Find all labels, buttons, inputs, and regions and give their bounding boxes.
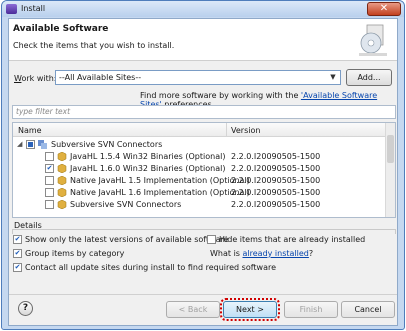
work-with-value: --All Available Sites-- (59, 73, 142, 82)
plugin-icon (57, 152, 67, 161)
page-title: Available Software (13, 24, 109, 34)
row-checkbox[interactable] (45, 188, 54, 197)
work-with-label: Work with: (14, 74, 57, 83)
table-row[interactable]: Native JavaHL 1.6 Implementation (Option… (13, 187, 386, 198)
install-cd-icon (359, 24, 387, 56)
category-icon (38, 140, 47, 149)
close-icon: ✕ (379, 3, 389, 14)
group-by-category-label: Group items by category (25, 249, 125, 258)
close-window-button[interactable]: ✕ (367, 2, 401, 16)
table-row[interactable]: Native JavaHL 1.5 Implementation (Option… (13, 175, 386, 186)
row-version: 2.2.0.I20090505-1500 (231, 164, 321, 173)
column-header-version[interactable]: Version (231, 126, 260, 135)
row-version: 2.2.0.I20090505-1500 (231, 188, 321, 197)
row-checkbox[interactable] (26, 140, 35, 149)
show-latest-label: Show only the latest versions of availab… (25, 235, 229, 244)
page-description: Check the items that you wish to install… (13, 41, 175, 50)
table-row[interactable]: JavaHL 1.5.4 Win32 Binaries (Optional) 2… (13, 151, 386, 162)
row-version: 2.2.0.I20090505-1500 (231, 176, 321, 185)
table-row[interactable]: ◢ Subversive SVN Connectors (13, 139, 386, 150)
contact-sites-label: Contact all update sites during install … (25, 263, 277, 272)
plugin-icon (57, 164, 67, 173)
row-name: Native JavaHL 1.5 Implementation (Option… (70, 176, 250, 185)
row-name: Native JavaHL 1.6 Implementation (Option… (70, 188, 250, 197)
wizard-banner: Available Software Check the items that … (9, 19, 397, 61)
table-row[interactable]: Subversive SVN Connectors 2.2.0.I2009050… (13, 199, 386, 210)
next-button[interactable]: Next > (220, 298, 280, 321)
row-checkbox[interactable] (45, 200, 54, 209)
already-installed-link[interactable]: already installed (243, 249, 309, 258)
row-version: 2.2.0.I20090505-1500 (231, 152, 321, 161)
what-is-installed-text: What is already installed? (210, 249, 314, 258)
details-area (12, 229, 396, 234)
install-dialog: Install ✕ Available Software Check the i… (1, 0, 405, 330)
software-table: Name Version ◢ Subversive SVN Connectors… (12, 122, 396, 218)
plugin-icon (57, 200, 67, 209)
title-bar[interactable]: Install ✕ (2, 1, 404, 17)
row-name: JavaHL 1.5.4 Win32 Binaries (Optional) (70, 152, 226, 161)
hide-installed-checkbox[interactable] (207, 235, 216, 244)
table-scrollbar[interactable] (385, 123, 395, 217)
scrollbar-thumb[interactable] (387, 135, 394, 163)
contact-sites-checkbox[interactable]: ✔ (13, 263, 22, 272)
row-checkbox[interactable]: ✔ (45, 164, 54, 173)
add-site-button[interactable]: Add... (346, 69, 392, 86)
row-name: Subversive SVN Connectors (51, 140, 163, 149)
row-checkbox[interactable] (45, 152, 54, 161)
plugin-icon (57, 176, 67, 185)
filter-input[interactable]: type filter text (12, 105, 396, 119)
work-with-combo[interactable]: --All Available Sites-- ▼ (55, 70, 341, 85)
column-divider[interactable] (226, 123, 227, 137)
show-latest-checkbox[interactable]: ✔ (13, 235, 22, 244)
back-button[interactable]: < Back (166, 301, 220, 318)
row-version: 2.2.0.I20090505-1500 (231, 200, 321, 209)
row-name: Subversive SVN Connectors (70, 200, 182, 209)
footer-divider (9, 294, 397, 295)
hide-installed-label: Hide items that are already installed (219, 235, 366, 244)
eclipse-app-icon (6, 4, 17, 14)
group-by-category-checkbox[interactable]: ✔ (13, 249, 22, 258)
table-row[interactable]: ✔ JavaHL 1.6.0 Win32 Binaries (Optional)… (13, 163, 386, 174)
finish-button[interactable]: Finish (284, 301, 338, 318)
row-name: JavaHL 1.6.0 Win32 Binaries (Optional) (70, 164, 226, 173)
dialog-body: Available Software Check the items that … (8, 18, 398, 326)
chevron-down-icon[interactable]: ▼ (328, 73, 338, 82)
cancel-button[interactable]: Cancel (341, 301, 395, 318)
window-title: Install (21, 4, 46, 13)
plugin-icon (57, 188, 67, 197)
row-checkbox[interactable] (45, 176, 54, 185)
collapse-arrow-icon[interactable]: ◢ (17, 140, 25, 149)
column-header-name[interactable]: Name (18, 126, 42, 135)
table-header: Name Version (13, 123, 386, 137)
help-button[interactable]: ? (18, 301, 33, 316)
